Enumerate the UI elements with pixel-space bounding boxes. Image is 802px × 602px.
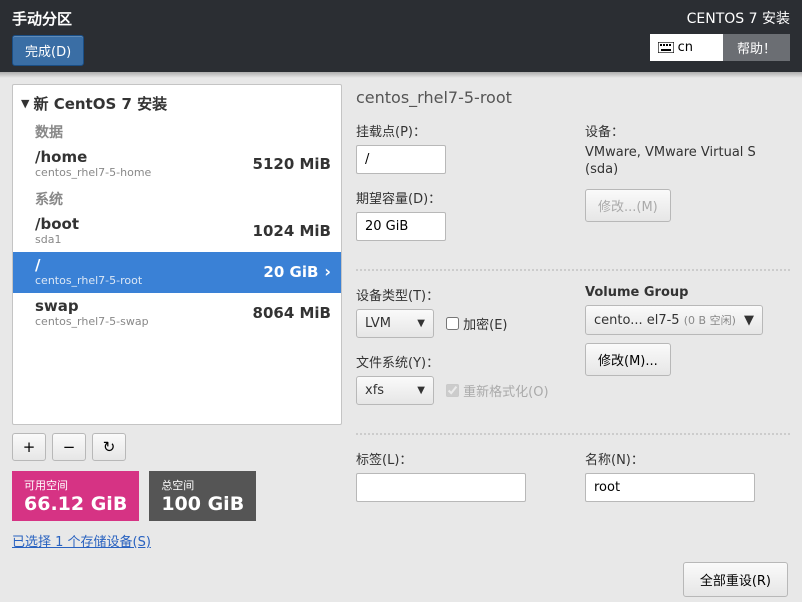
divider [356, 269, 790, 271]
encrypt-checkbox[interactable] [446, 317, 459, 330]
modify-vg-button[interactable]: 修改(M)... [585, 343, 671, 376]
volume-group-value: cento... el7-5 [594, 313, 680, 328]
tree-category: 数据 [13, 118, 341, 144]
top-bar: 手动分区 完成(D) CENTOS 7 安装 cn 帮助！ [0, 0, 802, 72]
reformat-checkbox [446, 384, 459, 397]
device-type-select[interactable]: LVM ▼ [356, 309, 434, 338]
device-text: VMware, VMware Virtual S (sda) [585, 145, 790, 179]
capacity-input[interactable] [356, 212, 446, 241]
help-button[interactable]: 帮助！ [723, 34, 790, 61]
partition-name: swap [35, 297, 149, 315]
tree-root-title: 新 CentOS 7 安装 [33, 93, 167, 114]
modify-device-button-disabled: 修改...(M) [585, 189, 671, 222]
available-space-label: 可用空间 [24, 477, 127, 493]
partition-sub: centos_rhel7-5-home [35, 166, 151, 179]
reset-all-button[interactable]: 全部重设(R) [683, 562, 788, 597]
partition-name: /boot [35, 215, 79, 233]
divider [356, 433, 790, 435]
capacity-label: 期望容量(D)： [356, 188, 561, 207]
partition-size: 1024 MiB [253, 222, 331, 240]
reformat-label: 重新格式化(O) [463, 381, 548, 400]
total-space-label: 总空间 [161, 477, 244, 493]
install-title: CENTOS 7 安装 [650, 8, 790, 28]
done-button[interactable]: 完成(D) [12, 35, 84, 66]
keyboard-layout-code: cn [678, 40, 693, 55]
filesystem-select[interactable]: xfs ▼ [356, 376, 434, 405]
partition-row[interactable]: /centos_rhel7-5-root 20 GiB › [13, 252, 341, 293]
device-label: 设备： [585, 121, 790, 140]
chevron-right-icon: › [324, 262, 331, 281]
partition-sub: sda1 [35, 233, 79, 246]
expand-arrow-icon: ▼ [21, 97, 29, 110]
label-label: 标签(L)： [356, 449, 561, 468]
add-partition-button[interactable]: + [12, 433, 46, 461]
partition-size: 20 GiB [263, 263, 318, 281]
partition-size: 5120 MiB [253, 155, 331, 173]
caret-down-icon: ▼ [417, 318, 425, 329]
encrypt-label: 加密(E) [463, 314, 507, 333]
partition-sub: centos_rhel7-5-root [35, 274, 142, 287]
partition-tree: ▼ 新 CentOS 7 安装 数据/homecentos_rhel7-5-ho… [12, 84, 342, 425]
partition-row[interactable]: swapcentos_rhel7-5-swap 8064 MiB [13, 293, 341, 334]
available-space-box: 可用空间 66.12 GiB [12, 471, 139, 521]
partition-name: / [35, 256, 142, 274]
caret-down-icon: ▼ [417, 385, 425, 396]
label-input[interactable] [356, 473, 526, 502]
filesystem-value: xfs [365, 383, 384, 398]
partition-row[interactable]: /homecentos_rhel7-5-home 5120 MiB [13, 144, 341, 185]
partition-row[interactable]: /bootsda1 1024 MiB [13, 211, 341, 252]
partition-size: 8064 MiB [253, 304, 331, 322]
total-space-box: 总空间 100 GiB [149, 471, 256, 521]
available-space-value: 66.12 GiB [24, 493, 127, 515]
name-label: 名称(N)： [585, 449, 790, 468]
detail-title: centos_rhel7-5-root [356, 88, 790, 107]
page-title: 手动分区 [12, 8, 84, 29]
partition-sub: centos_rhel7-5-swap [35, 315, 149, 328]
remove-partition-button[interactable]: − [52, 433, 86, 461]
tree-root-header[interactable]: ▼ 新 CentOS 7 安装 [13, 85, 341, 118]
reload-button[interactable]: ↻ [92, 433, 126, 461]
partition-name: /home [35, 148, 151, 166]
volume-group-free: (0 B 空闲) [684, 314, 736, 327]
storage-devices-link[interactable]: 已选择 1 个存储设备(S) [12, 531, 342, 550]
mount-point-input[interactable] [356, 145, 446, 174]
total-space-value: 100 GiB [161, 493, 244, 515]
device-type-label: 设备类型(T)： [356, 285, 561, 304]
device-type-value: LVM [365, 316, 391, 331]
filesystem-label: 文件系统(Y)： [356, 352, 561, 371]
keyboard-layout-indicator[interactable]: cn [650, 34, 723, 61]
name-input[interactable] [585, 473, 755, 502]
mount-point-label: 挂载点(P)： [356, 121, 561, 140]
caret-down-icon: ▼ [744, 313, 754, 328]
keyboard-icon [658, 42, 674, 53]
volume-group-label: Volume Group [585, 285, 790, 300]
tree-category: 系统 [13, 185, 341, 211]
volume-group-select[interactable]: cento... el7-5 (0 B 空闲) ▼ [585, 305, 763, 335]
